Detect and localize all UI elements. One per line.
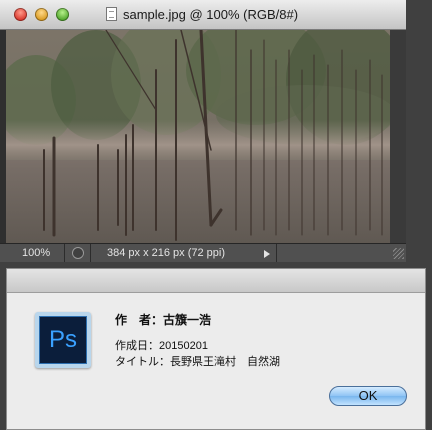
document-file-icon — [106, 7, 117, 21]
document-title: sample.jpg @ 100% (RGB/8#) — [123, 7, 299, 22]
minimize-window-icon[interactable] — [35, 8, 48, 21]
status-menu-arrow-icon[interactable] — [264, 250, 270, 258]
canvas-side-area — [390, 30, 406, 243]
resize-grip-icon[interactable] — [393, 248, 404, 259]
status-bar: 100% 384 px x 216 px (72 ppi) — [0, 243, 406, 262]
photoshop-icon: Ps — [35, 312, 91, 368]
info-dialog: Ps 作 者：古籏一浩 作成日：20150201 タイトル：長野県王滝村 自然湖… — [6, 268, 426, 430]
status-icon — [72, 247, 84, 259]
document-window: sample.jpg @ 100% (RGB/8#) 100% 384 px x… — [0, 0, 406, 262]
zoom-level[interactable]: 100% — [22, 247, 50, 259]
photoshop-icon-inner: Ps — [39, 316, 87, 364]
author-text: 作 者：古籏一浩 — [115, 313, 212, 327]
close-window-icon[interactable] — [14, 8, 27, 21]
ok-button[interactable]: OK — [329, 386, 407, 406]
zoom-window-icon[interactable] — [56, 8, 69, 21]
lake-photo — [6, 30, 390, 243]
document-titlebar[interactable]: sample.jpg @ 100% (RGB/8#) — [0, 0, 406, 30]
document-info: 384 px x 216 px (72 ppi) — [107, 247, 226, 259]
status-divider — [276, 244, 277, 262]
title-text: タイトル：長野県王滝村 自然湖 — [115, 356, 280, 368]
image-canvas[interactable] — [6, 30, 390, 243]
photoshop-icon-label: Ps — [48, 326, 77, 353]
dialog-titlebar[interactable] — [7, 269, 425, 293]
status-divider — [90, 244, 91, 262]
creation-date-text: 作成日：20150201 — [115, 340, 208, 352]
status-divider — [64, 244, 65, 262]
